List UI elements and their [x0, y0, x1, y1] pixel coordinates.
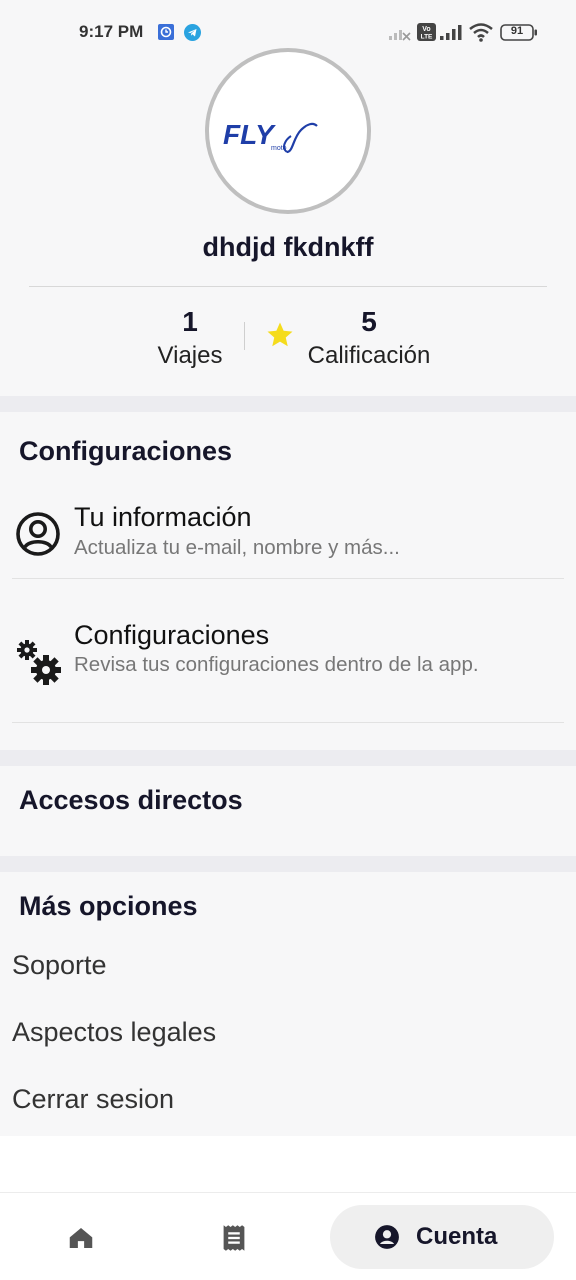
account-circle-icon	[14, 510, 62, 563]
svg-text:Vo: Vo	[422, 26, 430, 33]
svg-text:FLY: FLY	[223, 119, 276, 150]
signal-weak-icon	[389, 25, 411, 46]
settings-item-configurations[interactable]: Configuraciones Revisa tus configuracion…	[12, 610, 564, 724]
status-time: 9:17 PM	[79, 22, 144, 41]
battery-icon: 91	[500, 24, 538, 46]
row-divider	[12, 578, 564, 579]
section-gap	[0, 750, 576, 766]
trips-count: 1	[182, 306, 198, 337]
settings-item-your-info[interactable]: Tu información Actualiza tu e-mail, nomb…	[12, 492, 564, 580]
bottom-nav: Cuenta	[0, 1192, 576, 1280]
rating-label: Calificación	[307, 342, 431, 369]
configurations-subtitle: Revisa tus configuraciones dentro de la …	[74, 653, 479, 676]
rating-stat: 5 Calificación	[296, 306, 442, 374]
settings-section-title: Configuraciones	[19, 436, 233, 466]
receipt-icon[interactable]	[220, 1223, 250, 1253]
section-gap	[0, 856, 576, 872]
gears-icon	[14, 638, 64, 693]
your-info-title: Tu información	[74, 502, 252, 532]
more-options-section-title: Más opciones	[19, 891, 198, 921]
volte-icon: Vo LTE	[417, 23, 436, 46]
svg-text:LTE: LTE	[421, 34, 433, 41]
your-info-subtitle: Actualiza tu e-mail, nombre y más...	[74, 536, 400, 559]
stats-separator	[244, 322, 245, 350]
configurations-title: Configuraciones	[74, 620, 270, 650]
user-name: dhdjd fkdnkff	[202, 232, 374, 262]
account-tab[interactable]: Cuenta	[330, 1205, 554, 1269]
account-tab-label: Cuenta	[416, 1223, 498, 1250]
trips-label: Viajes	[157, 342, 223, 369]
signal-strong-icon	[440, 25, 462, 46]
wifi-icon	[469, 22, 493, 47]
star-icon	[265, 320, 295, 350]
bottom-spacer	[0, 1136, 576, 1192]
legal-link[interactable]: Aspectos legales	[12, 1017, 216, 1048]
telegram-icon	[184, 24, 201, 46]
trips-stat: 1 Viajes	[150, 306, 230, 374]
section-gap	[0, 396, 576, 412]
fly-moto-logo: FLY moto	[223, 119, 318, 154]
battery-level: 91	[510, 25, 524, 37]
home-icon[interactable]	[66, 1223, 96, 1253]
alarm-app-icon	[158, 24, 174, 45]
rating-value: 5	[361, 306, 377, 337]
row-divider	[12, 722, 564, 723]
account-icon	[375, 1225, 399, 1249]
logout-link[interactable]: Cerrar sesion	[12, 1084, 174, 1115]
avatar[interactable]: FLY moto	[205, 48, 371, 214]
divider	[29, 286, 547, 287]
shortcuts-section-title: Accesos directos	[19, 785, 243, 815]
support-link[interactable]: Soporte	[12, 950, 107, 981]
